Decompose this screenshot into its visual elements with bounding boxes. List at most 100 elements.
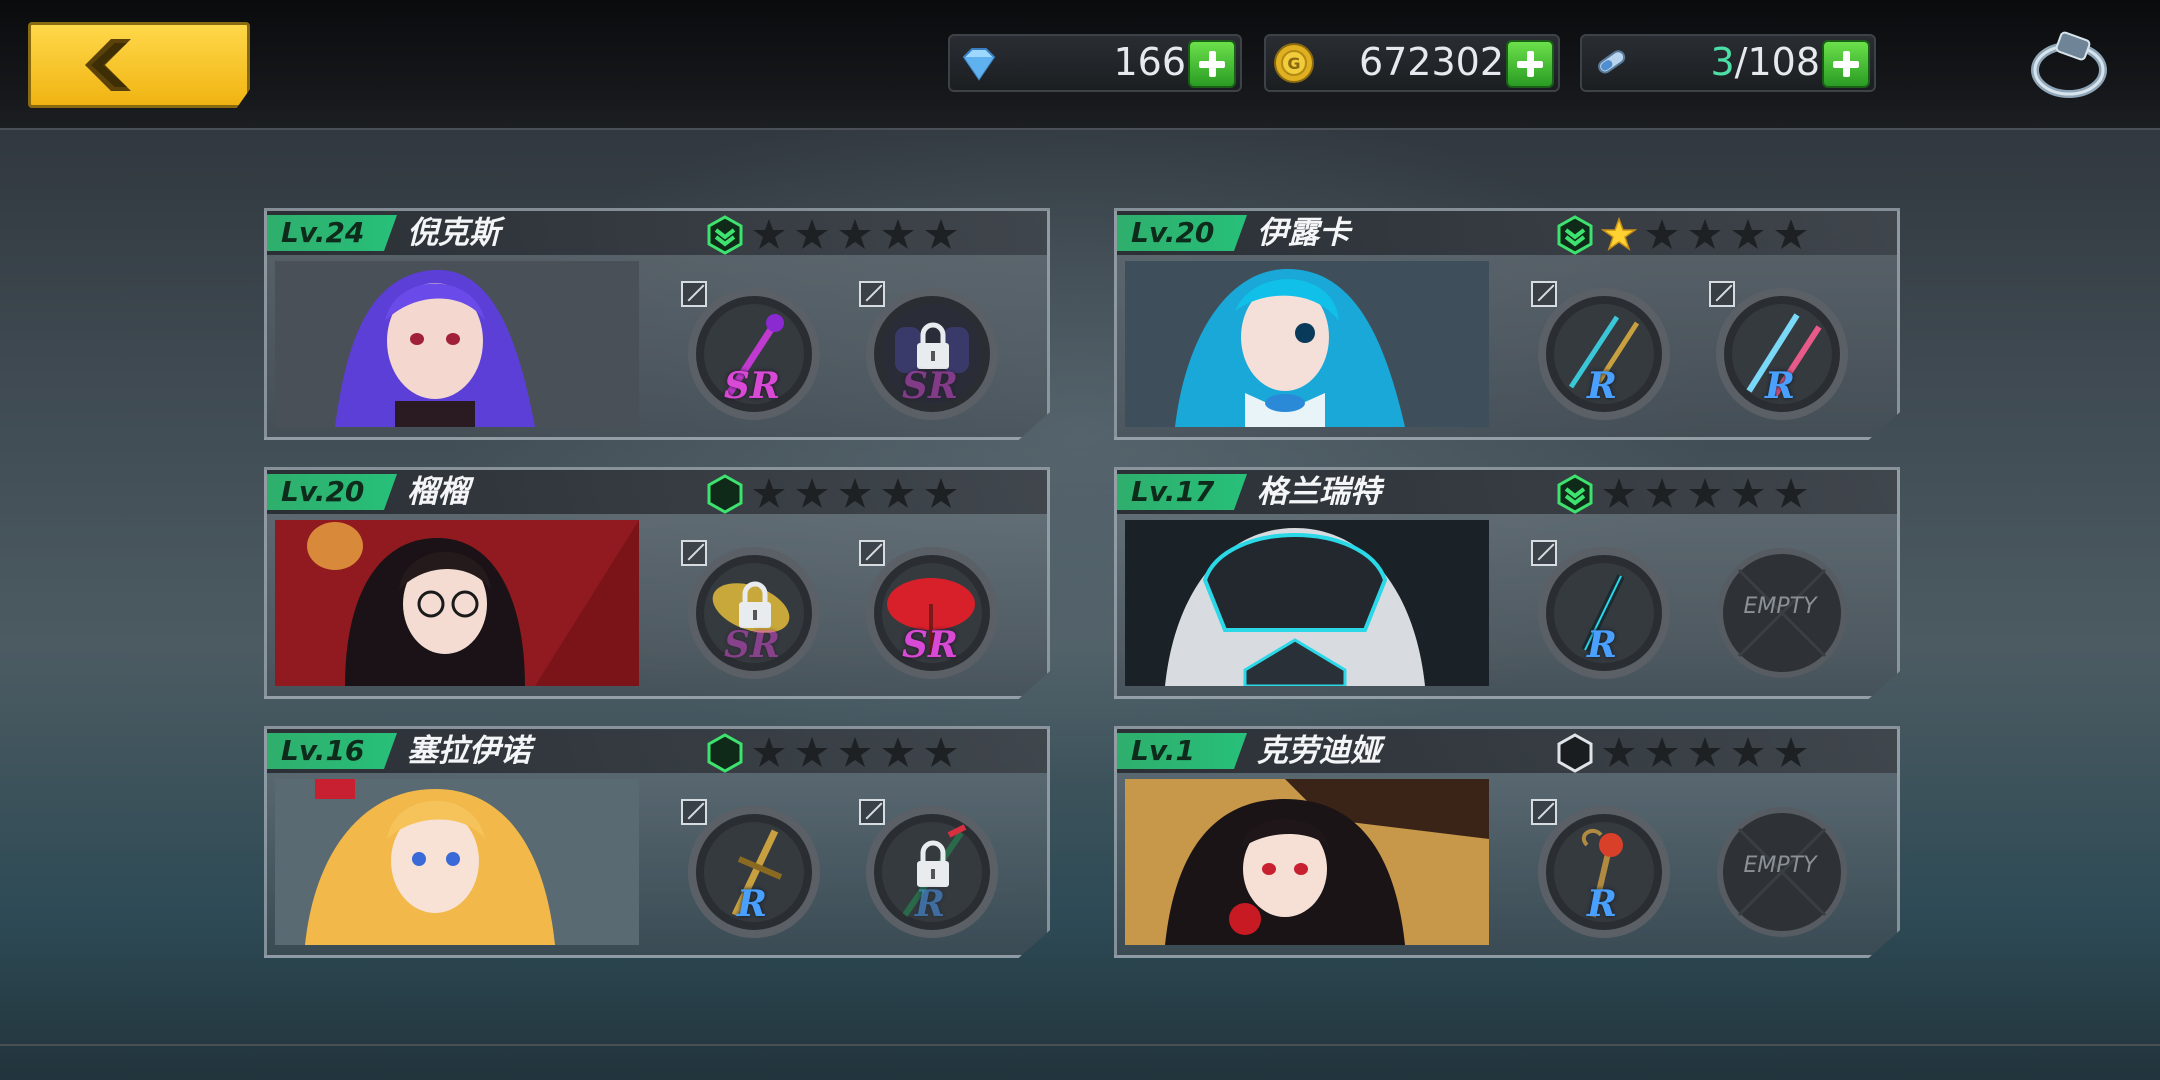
edit-icon[interactable] — [681, 799, 707, 825]
edit-icon[interactable] — [859, 799, 885, 825]
edit-icon[interactable] — [681, 540, 707, 566]
card-header: Lv.17 格兰瑞特 — [1117, 470, 1897, 514]
equipment-slot[interactable]: SR — [859, 540, 1001, 682]
star-empty-icon — [1603, 737, 1635, 767]
star-rating — [1601, 476, 1816, 512]
add-gems-button[interactable] — [1188, 40, 1236, 88]
equipment-slot[interactable]: SR — [681, 540, 823, 682]
star-rating — [751, 735, 966, 771]
empty-label: EMPTY — [1743, 594, 1817, 619]
star-rating — [751, 217, 966, 253]
equipment-slot[interactable]: R — [859, 799, 1001, 941]
character-name: 克劳迪娅 — [1257, 733, 1381, 769]
star-empty-icon — [1689, 737, 1721, 767]
add-stamina-button[interactable] — [1822, 40, 1870, 88]
rank-hexagon-icon — [1557, 733, 1593, 773]
gems-value: 166 — [1113, 40, 1186, 84]
star-rating — [1601, 735, 1816, 771]
star-empty-icon — [1775, 737, 1807, 767]
grade-label: SR — [724, 624, 780, 666]
star-empty-icon — [1646, 219, 1678, 249]
card-header: Lv.16 塞拉伊诺 — [267, 729, 1047, 773]
stamina-max: /108 — [1734, 40, 1820, 84]
stamina-counter: 3/108 — [1580, 34, 1876, 92]
grade-label: R — [1765, 365, 1795, 407]
grade-label: R — [1587, 624, 1617, 666]
edit-icon[interactable] — [859, 281, 885, 307]
edit-icon[interactable] — [1709, 281, 1735, 307]
character-card[interactable]: Lv.1 克劳迪娅 R EMPTY — [1114, 726, 1900, 958]
svg-text:G: G — [1287, 54, 1300, 73]
star-empty-icon — [1732, 737, 1764, 767]
equipment-slot-empty[interactable]: EMPTY — [1709, 540, 1851, 682]
edit-icon[interactable] — [1531, 799, 1557, 825]
add-gold-button[interactable] — [1506, 40, 1554, 88]
star-empty-icon — [796, 478, 828, 508]
grade-label: SR — [902, 624, 958, 666]
character-portrait — [275, 520, 639, 686]
equipment-slot-empty[interactable]: EMPTY — [1709, 799, 1851, 941]
rank-chevron-icon — [707, 215, 743, 255]
level-badge: Lv.17 — [1117, 474, 1247, 510]
equipment-slot[interactable]: R — [1531, 540, 1673, 682]
character-card[interactable]: Lv.20 伊露卡 R R — [1114, 208, 1900, 440]
edit-icon[interactable] — [681, 281, 707, 307]
ring-icon[interactable] — [2028, 28, 2110, 104]
character-name: 格兰瑞特 — [1257, 474, 1381, 510]
character-portrait — [275, 779, 639, 945]
star-empty-icon — [753, 737, 785, 767]
level-badge: Lv.16 — [267, 733, 397, 769]
diamond-icon — [962, 48, 996, 81]
star-empty-icon — [839, 219, 871, 249]
equipment-slot[interactable]: R — [1531, 799, 1673, 941]
equipment-slot[interactable]: R — [1709, 281, 1851, 423]
grade-label: R — [915, 883, 945, 925]
star-empty-icon — [796, 737, 828, 767]
character-card[interactable]: Lv.24 倪克斯 SR SR — [264, 208, 1050, 440]
edit-icon[interactable] — [1531, 281, 1557, 307]
grade-label: R — [1587, 365, 1617, 407]
star-empty-icon — [882, 737, 914, 767]
star-empty-icon — [839, 478, 871, 508]
character-portrait — [1125, 520, 1489, 686]
level-badge: Lv.20 — [267, 474, 397, 510]
card-header: Lv.1 克劳迪娅 — [1117, 729, 1897, 773]
gold-value: 672302 — [1358, 40, 1504, 84]
rank-chevron-icon — [1557, 215, 1593, 255]
stamina-value: 3/108 — [1710, 40, 1820, 84]
character-card[interactable]: Lv.16 塞拉伊诺 R R — [264, 726, 1050, 958]
stamina-vial-icon — [1598, 50, 1626, 74]
character-name: 伊露卡 — [1257, 215, 1350, 251]
equipment-slot[interactable]: SR — [859, 281, 1001, 423]
equipment-slot[interactable]: R — [1531, 281, 1673, 423]
level-badge: Lv.20 — [1117, 215, 1247, 251]
star-empty-icon — [796, 219, 828, 249]
edit-icon[interactable] — [1531, 540, 1557, 566]
back-button[interactable] — [28, 22, 250, 108]
equipment-slot[interactable]: R — [681, 799, 823, 941]
star-empty-icon — [925, 737, 957, 767]
character-name: 塞拉伊诺 — [407, 733, 531, 769]
grade-label: R — [737, 883, 767, 925]
star-empty-icon — [753, 478, 785, 508]
character-card[interactable]: Lv.20 榴榴 SR SR — [264, 467, 1050, 699]
card-header: Lv.24 倪克斯 — [267, 211, 1047, 255]
chevron-left-icon — [85, 39, 131, 91]
top-bar: 166 G 672302 3/108 — [0, 0, 2160, 130]
character-name: 榴榴 — [407, 474, 469, 510]
star-empty-icon — [1732, 478, 1764, 508]
rank-hexagon-icon — [707, 733, 743, 773]
star-empty-icon — [1689, 219, 1721, 249]
grade-label: SR — [902, 365, 958, 407]
star-filled-icon — [1601, 217, 1637, 251]
edit-icon[interactable] — [859, 540, 885, 566]
rank-chevron-icon — [1557, 474, 1593, 514]
star-empty-icon — [839, 737, 871, 767]
star-empty-icon — [753, 219, 785, 249]
star-empty-icon — [1775, 219, 1807, 249]
level-badge: Lv.24 — [267, 215, 397, 251]
equipment-slot[interactable]: SR — [681, 281, 823, 423]
star-empty-icon — [1732, 219, 1764, 249]
character-portrait — [1125, 779, 1489, 945]
character-card[interactable]: Lv.17 格兰瑞特 R EMPTY — [1114, 467, 1900, 699]
